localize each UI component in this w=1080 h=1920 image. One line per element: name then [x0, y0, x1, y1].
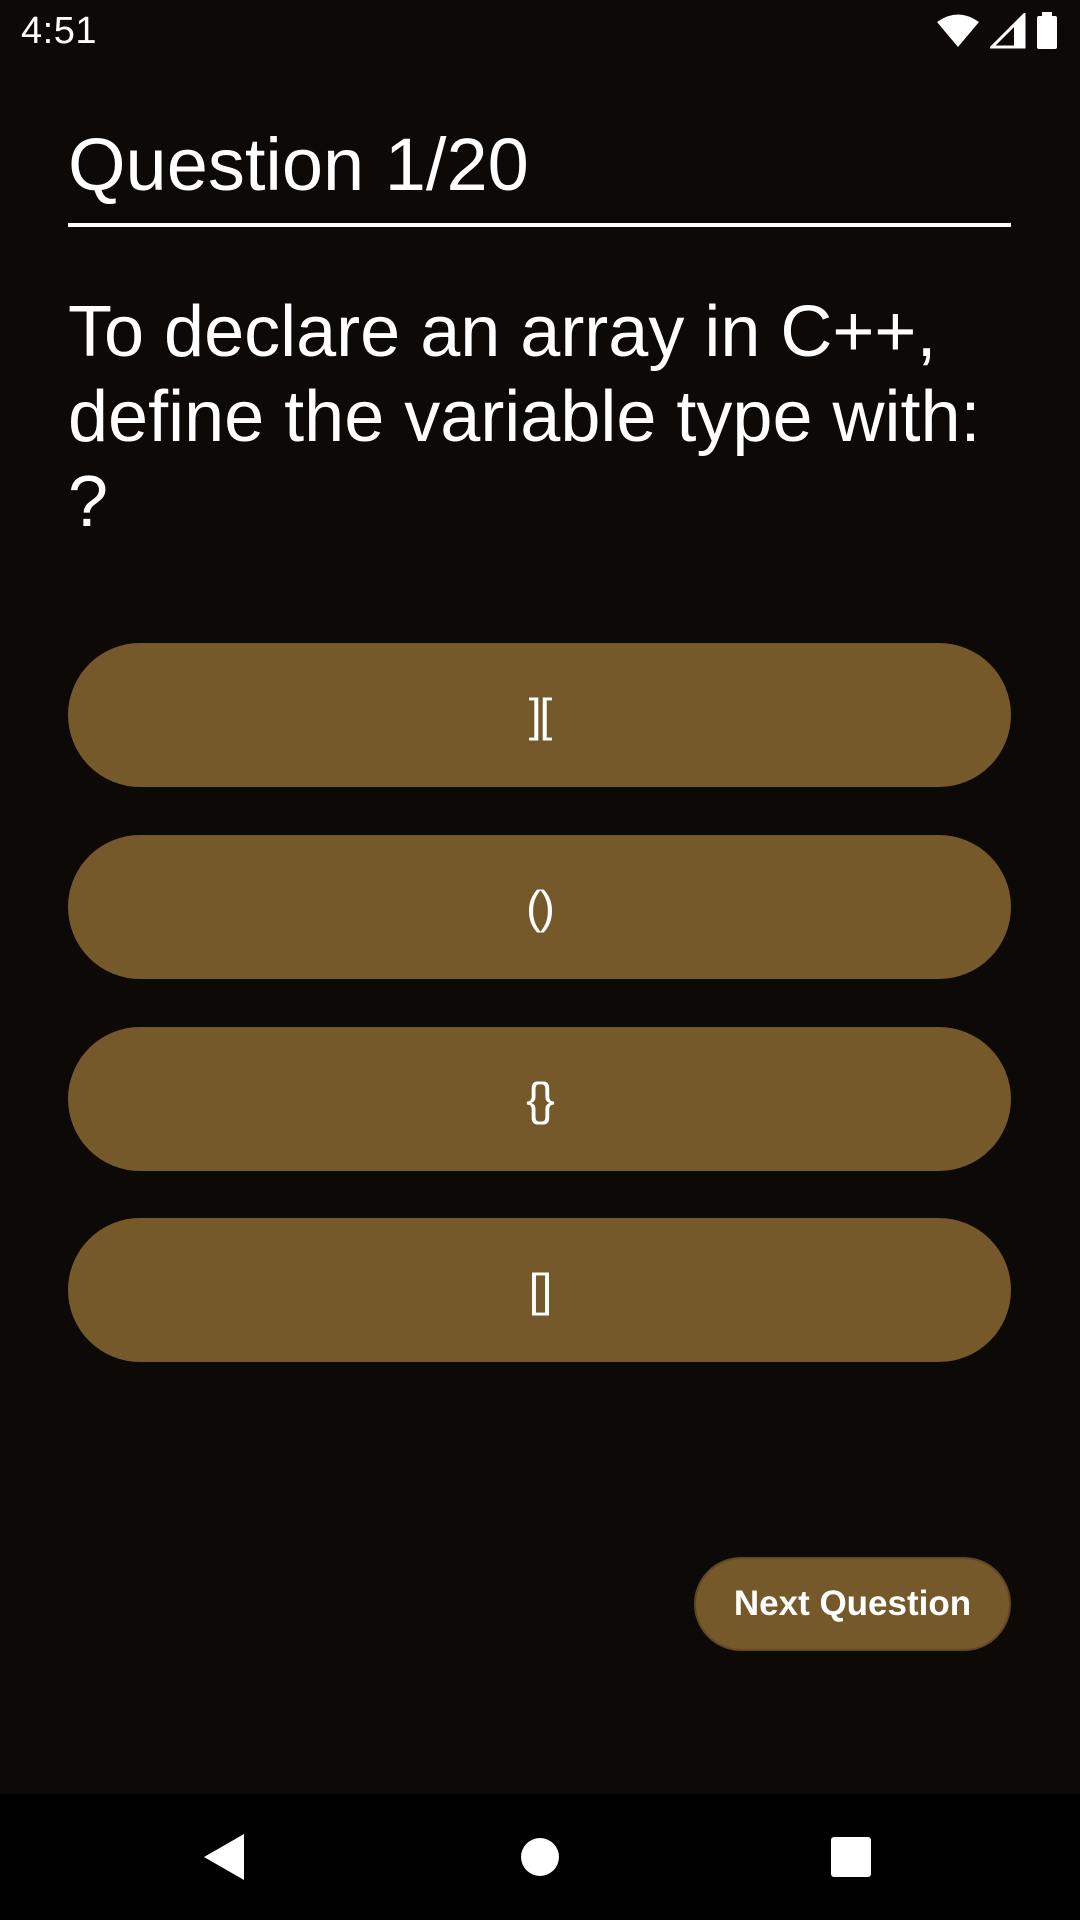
question-counter: Question 1/20 — [68, 123, 529, 206]
wifi-icon — [936, 13, 980, 49]
recents-icon[interactable] — [818, 1824, 884, 1890]
answer-option-3[interactable]: {} — [68, 1027, 1011, 1171]
cell-signal-icon — [990, 13, 1026, 49]
header-divider — [68, 223, 1011, 227]
back-icon[interactable] — [191, 1824, 257, 1890]
answer-option-1[interactable]: ][ — [68, 643, 1011, 787]
answer-option-label: () — [526, 881, 555, 933]
quiz-screen: 4:51 Question 1/20 To declare an array i… — [0, 0, 1080, 1920]
question-text: To declare an array in C++, define the v… — [68, 292, 981, 542]
status-bar: 4:51 — [0, 0, 1080, 63]
answer-option-2[interactable]: () — [68, 835, 1011, 979]
status-icons — [936, 12, 1058, 50]
system-nav-bar — [0, 1794, 1080, 1920]
next-question-button[interactable]: Next Question — [694, 1557, 1011, 1651]
answer-option-label: [] — [528, 1264, 553, 1316]
next-question-label: Next Question — [733, 1584, 972, 1623]
answer-option-label: ][ — [528, 689, 553, 741]
battery-icon — [1036, 12, 1058, 50]
answer-option-label: {} — [526, 1073, 555, 1125]
answer-option-4[interactable]: [] — [68, 1218, 1011, 1362]
status-time: 4:51 — [21, 10, 97, 52]
home-icon[interactable] — [507, 1824, 573, 1890]
